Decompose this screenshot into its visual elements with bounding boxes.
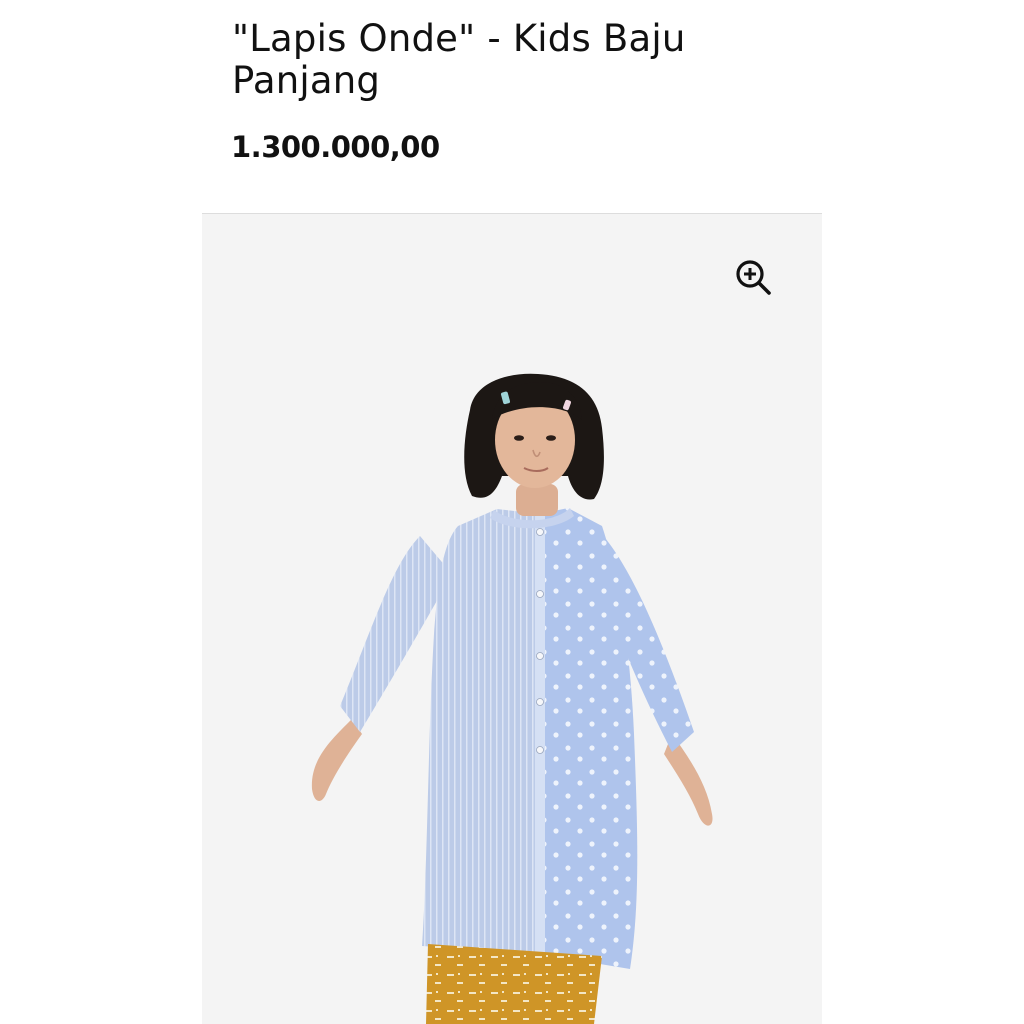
zoom-button[interactable]	[734, 258, 774, 298]
product-photo[interactable]	[202, 214, 822, 1024]
product-price: 1.300.000,00	[231, 130, 440, 164]
zoom-in-icon	[736, 260, 771, 295]
product-title: "Lapis Onde" - Kids Baju Panjang	[232, 17, 686, 102]
shirt-placket	[535, 516, 545, 954]
neck	[516, 484, 558, 516]
pants	[426, 944, 602, 1024]
left-hand	[311, 719, 362, 801]
product-gallery[interactable]	[202, 214, 822, 1024]
product-page: "Lapis Onde" - Kids Baju Panjang 1.300.0…	[0, 0, 1024, 1024]
